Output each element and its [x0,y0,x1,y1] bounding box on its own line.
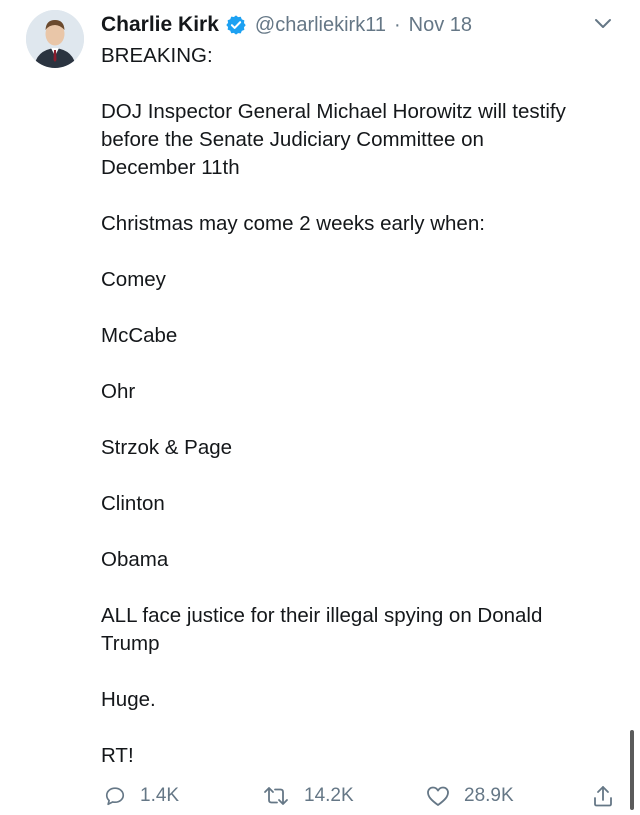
reply-count: 1.4K [140,785,180,806]
tweet-text-line: DOJ Inspector General Michael Horowitz w… [101,100,566,123]
tweet-text-line: McCabe [101,324,178,347]
avatar[interactable] [26,10,84,68]
scrollbar[interactable] [630,730,634,810]
avatar-image [26,10,84,68]
tweet-text: BREAKING: DOJ Inspector General Michael H… [101,42,621,770]
tweet[interactable]: Charlie Kirk @charliekirk11 · Nov 18 BRE… [0,0,640,815]
tweet-text-line: Ohr [101,380,136,403]
reply-button[interactable]: 1.4K [104,778,179,814]
share-button[interactable] [592,778,628,814]
retweet-icon [264,787,288,805]
tweet-text-line: Huge. [101,688,156,711]
like-button[interactable]: 28.9K [426,778,514,814]
author-name[interactable]: Charlie Kirk [101,13,219,37]
tweet-text-line: Comey [101,268,166,291]
verified-badge-icon [226,15,246,35]
tweet-text-line: before the Senate Judiciary Committee on [101,128,484,151]
like-count: 28.9K [464,785,514,806]
tweet-header: Charlie Kirk @charliekirk11 · Nov 18 [101,10,610,40]
heart-icon [427,786,449,806]
separator-dot: · [393,13,401,36]
reply-icon [105,787,125,806]
tweet-text-line: RT! [101,744,134,767]
tweet-text-line: Strzok & Page [101,436,233,459]
retweet-count: 14.2K [304,785,354,806]
tweet-text-line: BREAKING: [101,44,213,67]
tweet-date[interactable]: Nov 18 [409,14,472,37]
tweet-actions: 1.4K 14.2K 28.9K [0,778,640,814]
tweet-text-line: ALL face justice for their illegal spyin… [101,604,543,627]
tweet-text-line: Obama [101,548,169,571]
chevron-down-icon[interactable] [594,16,612,30]
retweet-button[interactable]: 14.2K [262,778,354,814]
tweet-text-line: Christmas may come 2 weeks early when: [101,212,485,235]
share-icon [594,786,612,807]
author-handle[interactable]: @charliekirk11 [255,14,386,37]
tweet-text-line: December 11th [101,156,240,179]
tweet-text-line: Clinton [101,492,165,515]
tweet-text-line: Trump [101,632,160,655]
